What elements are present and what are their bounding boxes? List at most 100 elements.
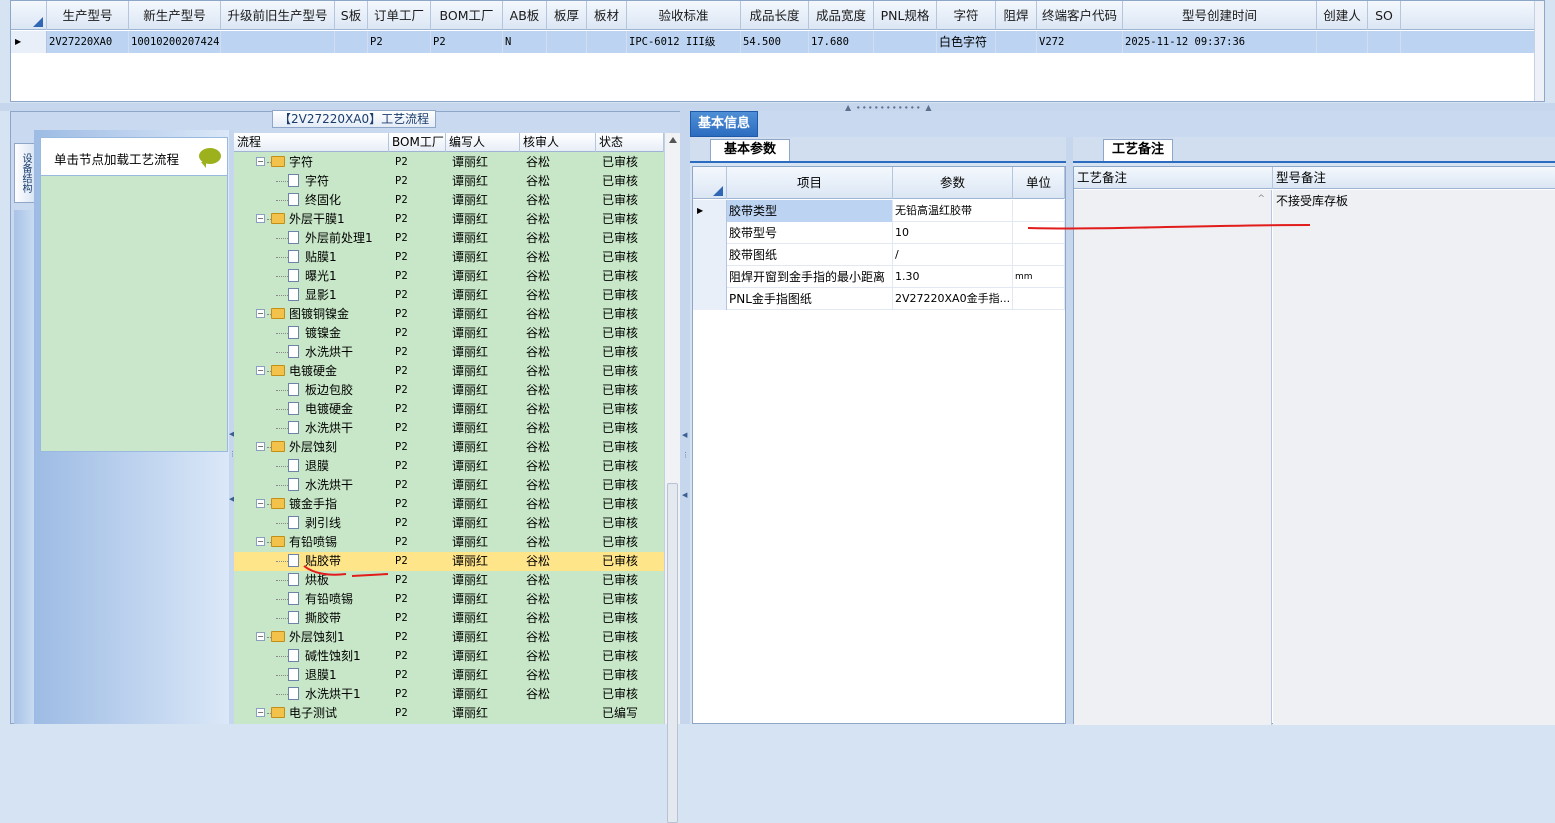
tree-name-cell[interactable]: 终固化 [234,191,389,210]
column-header[interactable]: 字符 [937,1,996,30]
table-row[interactable]: 阻焊开窗到金手指的最小距离 1.30 mm [693,266,1065,288]
row-indicator[interactable] [693,266,727,288]
collapse-toggle-icon[interactable]: − [256,157,265,166]
column-header[interactable]: 成品宽度 [809,1,874,30]
param-item-cell[interactable]: 胶带型号 [727,222,893,244]
row-indicator[interactable]: ▶ [693,200,727,222]
tree-name-cell[interactable]: 退膜1 [234,666,389,685]
tree-node-row[interactable]: 烘板 P2 谭丽红 谷松 已审核 [234,571,664,590]
tree-node-row[interactable]: 字符 P2 谭丽红 谷松 已审核 [234,172,664,191]
tree-column-header[interactable]: 状态 [596,133,664,152]
tree-node-row[interactable]: 外层前处理1 P2 谭丽红 谷松 已审核 [234,229,664,248]
column-header[interactable]: 终端客户代码 [1037,1,1123,30]
horizontal-splitter[interactable]: ▲ ∙∙∙∙∙∙∙∙∙∙∙ ▲ [0,103,1555,112]
tree-node-row[interactable]: 水洗烘干 P2 谭丽红 谷松 已审核 [234,419,664,438]
grid-corner-selector[interactable] [11,1,47,30]
tree-group-row[interactable]: − 有铅喷锡 P2 谭丽红 谷松 已审核 [234,533,664,552]
collapse-toggle-icon[interactable]: − [256,442,265,451]
table-row[interactable]: 胶带图纸 / [693,244,1065,266]
table-cell[interactable]: 2025-11-12 09:37:36 [1123,31,1317,53]
tree-node-row[interactable]: 电镀硬金 P2 谭丽红 谷松 已审核 [234,400,664,419]
row-indicator[interactable] [693,244,727,266]
param-value-cell[interactable]: 2V27220XA0金手指... [893,288,1013,310]
tree-name-cell[interactable]: 碱性蚀刻1 [234,647,389,666]
tab-process-notes[interactable]: 工艺备注 [1103,139,1173,161]
column-header[interactable]: 订单工厂 [368,1,431,30]
tree-node-row[interactable]: 贴胶带 P2 谭丽红 谷松 已审核 [234,552,664,571]
table-cell[interactable] [1317,31,1368,53]
column-header[interactable]: 板厚 [547,1,587,30]
tree-name-cell[interactable]: − 电镀硬金 [234,362,389,381]
tree-node-row[interactable]: 有铅喷锡 P2 谭丽红 谷松 已审核 [234,590,664,609]
table-cell[interactable]: V272 [1037,31,1123,53]
notes-col-model[interactable]: 型号备注 [1273,167,1555,189]
row-indicator[interactable] [693,222,727,244]
param-column-header[interactable]: 项目 [727,167,893,199]
table-cell[interactable]: P2 [431,31,503,53]
tree-node-row[interactable]: 终固化 P2 谭丽红 谷松 已审核 [234,191,664,210]
table-cell[interactable]: P2 [368,31,431,53]
table-cell[interactable]: 2V27220XA0 [47,31,129,53]
table-cell[interactable]: 17.680 [809,31,874,53]
tree-name-cell[interactable]: 退膜 [234,457,389,476]
param-unit-cell[interactable]: mm [1013,266,1065,288]
side-tab-equipment-structure[interactable]: 设备结构 [14,143,34,203]
column-header[interactable]: 成品长度 [741,1,809,30]
param-item-cell[interactable]: 胶带图纸 [727,244,893,266]
tree-group-row[interactable]: − 字符 P2 谭丽红 谷松 已审核 [234,153,664,172]
tree-name-cell[interactable]: 显影1 [234,286,389,305]
tree-name-cell[interactable]: 水洗烘干 [234,476,389,495]
param-unit-cell[interactable] [1013,222,1065,244]
table-cell[interactable] [335,31,368,53]
collapse-toggle-icon[interactable]: − [256,309,265,318]
tree-name-cell[interactable]: 贴膜1 [234,248,389,267]
param-column-header[interactable]: 单位 [1013,167,1065,199]
tree-name-cell[interactable]: − 外层蚀刻1 [234,628,389,647]
column-header[interactable]: BOM工厂 [431,1,503,30]
tree-name-cell[interactable]: − 镀金手指 [234,495,389,514]
tree-group-row[interactable]: − 镀金手指 P2 谭丽红 谷松 已审核 [234,495,664,514]
tree-name-cell[interactable]: 外层前处理1 [234,229,389,248]
table-cell[interactable]: 10010200207424 [129,31,221,53]
tree-name-cell[interactable]: 有铅喷锡 [234,590,389,609]
tree-node-row[interactable]: 显影1 P2 谭丽红 谷松 已审核 [234,286,664,305]
param-value-cell[interactable]: 无铅高温红胶带 [893,200,1013,222]
model-note-cell[interactable]: 不接受库存板 [1273,190,1555,725]
table-cell[interactable] [547,31,587,53]
column-header[interactable]: 验收标准 [627,1,741,30]
tree-name-cell[interactable]: 水洗烘干1 [234,685,389,704]
tree-node-row[interactable]: 水洗烘干 P2 谭丽红 谷松 已审核 [234,476,664,495]
collapse-toggle-icon[interactable]: − [256,537,265,546]
param-unit-cell[interactable] [1013,200,1065,222]
table-row[interactable]: 胶带型号 10 [693,222,1065,244]
tree-name-cell[interactable]: − 电子测试 [234,704,389,723]
tree-node-row[interactable]: 镀镍金 P2 谭丽红 谷松 已审核 [234,324,664,343]
tree-name-cell[interactable]: − 图镀铜镍金 [234,305,389,324]
param-item-cell[interactable]: PNL金手指图纸 [727,288,893,310]
tree-name-cell[interactable]: 水洗烘干 [234,343,389,362]
tab-basic-params[interactable]: 基本参数 [710,139,790,161]
middle-splitter[interactable]: ◀ ⋮ ◀ [680,111,690,724]
tree-column-header[interactable]: BOM工厂 [389,133,446,152]
tree-name-cell[interactable]: − 有铅喷锡 [234,533,389,552]
tree-column-header[interactable]: 编写人 [446,133,520,152]
flow-tree-scrollbar[interactable] [664,133,680,823]
tree-name-cell[interactable]: 镀镍金 [234,324,389,343]
param-unit-cell[interactable] [1013,288,1065,310]
column-header[interactable]: 型号创建时间 [1123,1,1317,30]
column-header[interactable]: S板 [335,1,368,30]
column-header[interactable]: 新生产型号 [129,1,221,30]
column-header[interactable]: 升级前旧生产型号 [221,1,335,30]
tree-name-cell[interactable]: 烘板 [234,571,389,590]
param-item-cell[interactable]: 阻焊开窗到金手指的最小距离 [727,266,893,288]
param-value-cell[interactable]: 10 [893,222,1013,244]
tree-name-cell[interactable]: − 字符 [234,153,389,172]
column-header[interactable]: PNL规格 [874,1,937,30]
tree-group-row[interactable]: − 外层蚀刻 P2 谭丽红 谷松 已审核 [234,438,664,457]
column-header[interactable]: 板材 [587,1,627,30]
tree-group-row[interactable]: − 电子测试 P2 谭丽红 已编写 [234,704,664,723]
tree-name-cell[interactable]: 剥引线 [234,514,389,533]
tree-name-cell[interactable]: − 外层蚀刻 [234,438,389,457]
right-splitter[interactable] [1066,137,1073,724]
table-cell[interactable] [1368,31,1401,53]
